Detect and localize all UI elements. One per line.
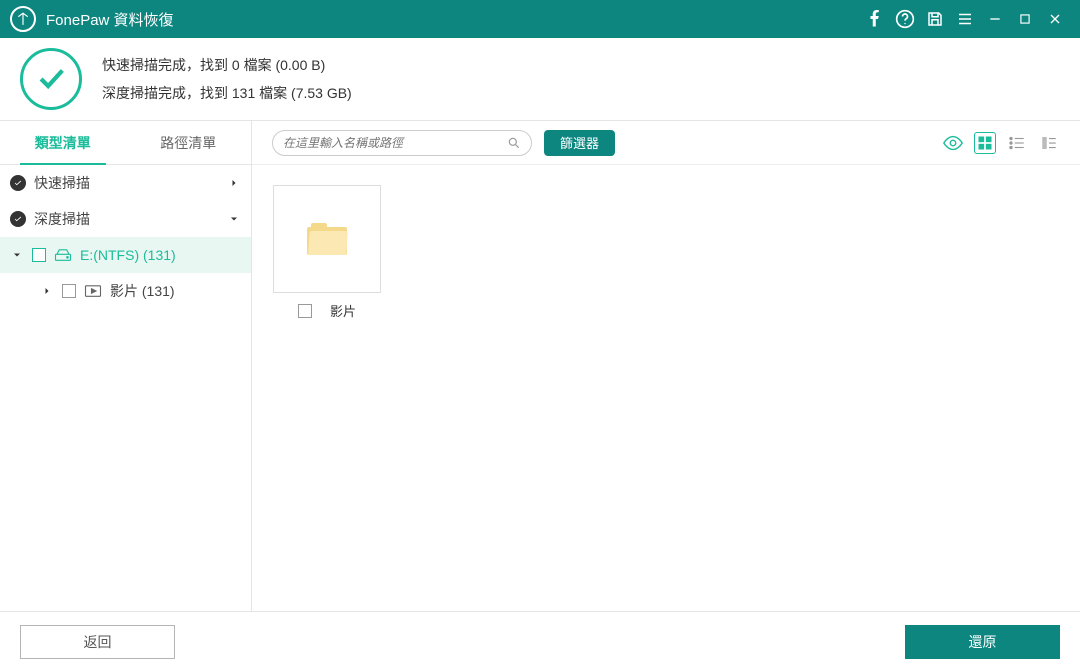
check-circle-icon (10, 175, 26, 191)
preview-icon[interactable] (942, 132, 964, 154)
search-input[interactable] (283, 136, 501, 150)
folder-label: 影片 (330, 301, 356, 320)
app-logo-icon (10, 6, 36, 32)
tree-label: 快速掃描 (34, 173, 219, 193)
bottom-bar: 返回 還原 (0, 611, 1080, 671)
list-view-icon[interactable] (1006, 132, 1028, 154)
file-grid: 影片 (252, 165, 1080, 611)
check-circle-icon (10, 211, 26, 227)
video-icon (84, 284, 102, 298)
close-icon[interactable] (1040, 0, 1070, 38)
tab-path-list[interactable]: 路徑清單 (126, 121, 252, 164)
maximize-icon[interactable] (1010, 0, 1040, 38)
help-icon[interactable] (890, 0, 920, 38)
tree-video[interactable]: 影片 (131) (0, 273, 251, 309)
search-icon (507, 136, 521, 150)
toolbar: 篩選器 (252, 121, 1080, 165)
tree-deep-scan[interactable]: 深度掃描 (0, 201, 251, 237)
detail-view-icon[interactable] (1038, 132, 1060, 154)
checkbox[interactable] (298, 304, 312, 318)
quick-scan-status-text: 快速掃描完成，找到 0 檔案 (0.00 B) (102, 51, 352, 79)
tree-label: 影片 (131) (110, 281, 175, 301)
chevron-down-icon (227, 213, 241, 225)
complete-check-icon (20, 48, 82, 110)
content-area: 篩選器 影片 (252, 121, 1080, 611)
file-tree: 快速掃描 深度掃描 E:(NTFS) (131) 影片 (131) (0, 165, 251, 611)
tab-label: 類型清單 (35, 133, 91, 153)
tab-type-list[interactable]: 類型清單 (0, 121, 126, 164)
deep-scan-status-text: 深度掃描完成，找到 131 檔案 (7.53 GB) (102, 79, 352, 107)
save-icon[interactable] (920, 0, 950, 38)
minimize-icon[interactable] (980, 0, 1010, 38)
tree-drive-e[interactable]: E:(NTFS) (131) (0, 237, 251, 273)
restore-button[interactable]: 還原 (905, 625, 1060, 659)
facebook-icon[interactable] (860, 0, 890, 38)
tree-label: 深度掃描 (34, 209, 219, 229)
checkbox[interactable] (32, 248, 46, 262)
tree-label: E:(NTFS) (131) (80, 247, 176, 263)
chevron-right-icon (40, 285, 54, 297)
tree-quick-scan[interactable]: 快速掃描 (0, 165, 251, 201)
folder-thumbnail (273, 185, 381, 293)
grid-view-icon[interactable] (974, 132, 996, 154)
scan-status: 快速掃描完成，找到 0 檔案 (0.00 B) 深度掃描完成，找到 131 檔案… (0, 38, 1080, 120)
search-box[interactable] (272, 130, 532, 156)
drive-icon (54, 248, 72, 262)
chevron-right-icon (227, 177, 241, 189)
tab-label: 路徑清單 (160, 133, 216, 153)
menu-icon[interactable] (950, 0, 980, 38)
folder-item[interactable]: 影片 (272, 185, 382, 320)
sidebar: 類型清單 路徑清單 快速掃描 深度掃描 E:(NTFS) (131) (0, 121, 252, 611)
checkbox[interactable] (62, 284, 76, 298)
sidebar-tabs: 類型清單 路徑清單 (0, 121, 251, 165)
chevron-down-icon (10, 249, 24, 261)
back-button[interactable]: 返回 (20, 625, 175, 659)
filter-button[interactable]: 篩選器 (544, 130, 615, 156)
folder-icon (307, 223, 347, 255)
titlebar: FonePaw 資料恢復 (0, 0, 1080, 38)
app-title: FonePaw 資料恢復 (46, 9, 860, 30)
